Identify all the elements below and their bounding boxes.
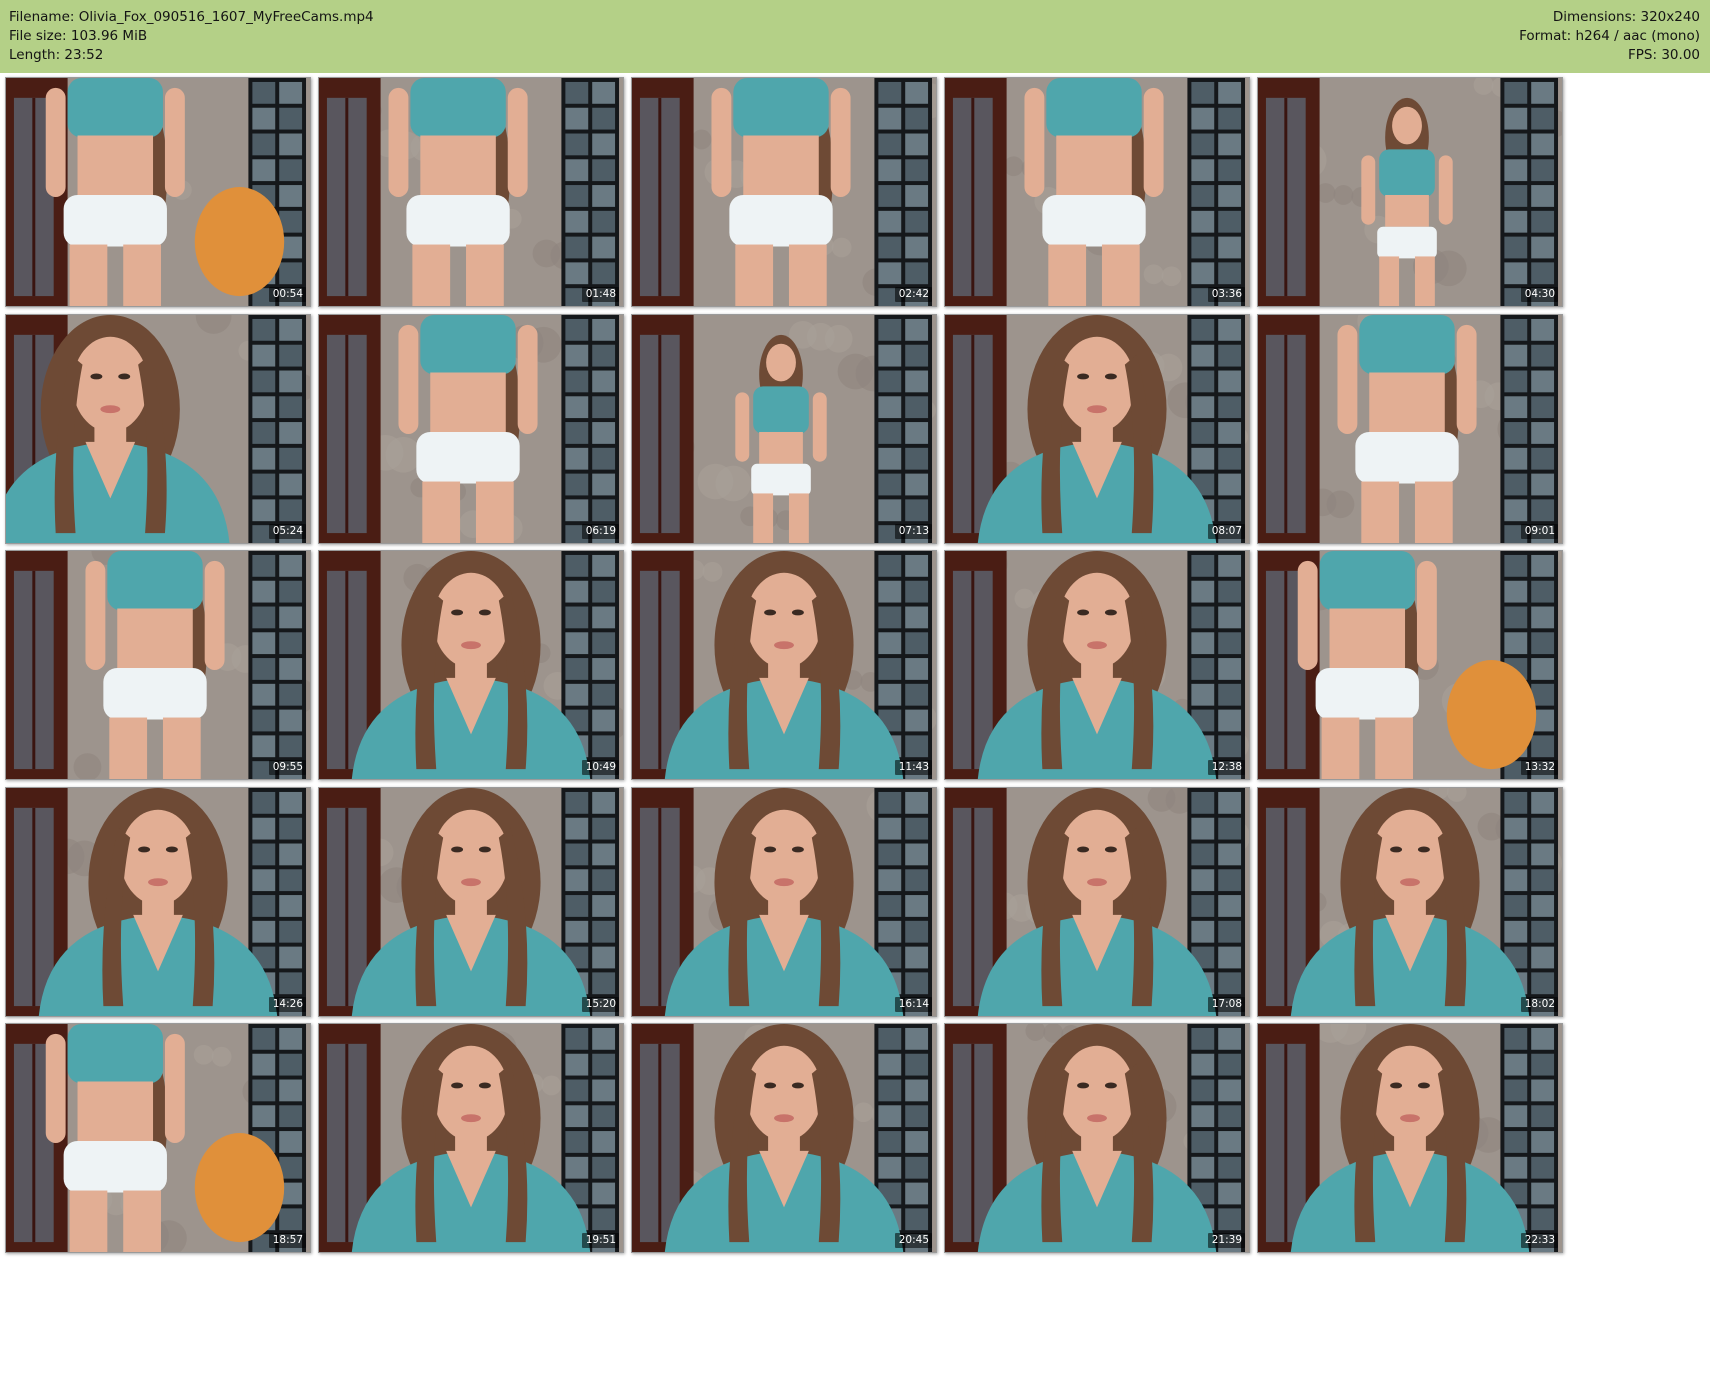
video-thumbnail: 08:07 <box>944 313 1250 544</box>
video-thumbnail: 15:20 <box>318 786 624 1017</box>
thumbnail-frame-image <box>1258 314 1562 543</box>
thumbnail-frame-image <box>6 78 310 306</box>
video-thumbnail: 07:13 <box>631 313 937 544</box>
thumbnail-frame-image <box>632 78 936 306</box>
video-thumbnail: 04:30 <box>1257 77 1563 307</box>
thumbnail-timestamp: 04:30 <box>1520 287 1558 302</box>
thumbnail-timestamp: 13:32 <box>1520 760 1558 775</box>
thumbnail-frame-image <box>945 551 1249 779</box>
thumbnail-timestamp: 11:43 <box>894 760 932 775</box>
video-thumbnail: 18:02 <box>1257 786 1563 1017</box>
fps-label: FPS: 30.00 <box>1628 47 1700 63</box>
video-thumbnail: 21:39 <box>944 1023 1250 1253</box>
video-thumbnail: 11:43 <box>631 550 937 780</box>
file-info: Filename: Olivia_Fox_090516_1607_MyFreeC… <box>9 8 374 65</box>
video-thumbnail: 20:45 <box>631 1023 937 1253</box>
thumbnail-timestamp: 01:48 <box>581 287 619 302</box>
thumbnail-timestamp: 10:49 <box>581 760 619 775</box>
video-thumbnail: 01:48 <box>318 77 624 307</box>
format-label: Format: h264 / aac (mono) <box>1519 28 1700 44</box>
video-thumbnail: 18:57 <box>5 1023 311 1253</box>
thumbnail-frame-image <box>1258 78 1562 306</box>
thumbnail-timestamp: 05:24 <box>268 523 306 539</box>
thumbnail-timestamp: 18:57 <box>268 1233 306 1248</box>
thumbnail-frame-image <box>945 787 1249 1016</box>
video-thumbnail: 13:32 <box>1257 550 1563 780</box>
video-thumbnail: 16:14 <box>631 786 937 1017</box>
thumbnail-timestamp: 21:39 <box>1207 1233 1245 1248</box>
length-label: Length: 23:52 <box>9 47 104 63</box>
thumbnail-frame-image <box>1258 787 1562 1016</box>
video-thumbnail: 12:38 <box>944 550 1250 780</box>
thumbnail-frame-image <box>6 1024 310 1252</box>
video-thumbnail: 02:42 <box>631 77 937 307</box>
video-thumbnail: 17:08 <box>944 786 1250 1017</box>
video-thumbnail: 03:36 <box>944 77 1250 307</box>
thumbnail-timestamp: 14:26 <box>268 996 306 1012</box>
thumbnail-frame-image <box>6 314 310 543</box>
stream-info: Dimensions: 320x240 Format: h264 / aac (… <box>1519 8 1700 65</box>
thumbnail-frame-image <box>1258 551 1562 779</box>
thumbnail-frame-image <box>945 314 1249 543</box>
thumbnail-timestamp: 02:42 <box>894 287 932 302</box>
thumbnail-timestamp: 22:33 <box>1520 1233 1558 1248</box>
thumbnail-frame-image <box>6 551 310 779</box>
thumbnail-timestamp: 00:54 <box>268 287 306 302</box>
thumbnail-frame-image <box>1258 1024 1562 1252</box>
video-thumbnail: 09:01 <box>1257 313 1563 544</box>
thumbnail-frame-image <box>632 551 936 779</box>
thumbnail-timestamp: 09:55 <box>268 760 306 775</box>
thumbnail-grid: 00:54 01:48 02:42 03:36 04:30 05:24 06:19 07:13… <box>0 73 1710 1373</box>
thumbnail-frame-image <box>319 787 623 1016</box>
thumbnail-timestamp: 17:08 <box>1207 996 1245 1012</box>
thumbnail-frame-image <box>319 78 623 306</box>
info-header: Filename: Olivia_Fox_090516_1607_MyFreeC… <box>0 0 1710 73</box>
filename-label: Filename: Olivia_Fox_090516_1607_MyFreeC… <box>9 9 374 25</box>
dimensions-label: Dimensions: 320x240 <box>1552 9 1700 25</box>
thumbnail-timestamp: 08:07 <box>1207 523 1245 539</box>
video-thumbnail: 09:55 <box>5 550 311 780</box>
thumbnail-timestamp: 18:02 <box>1520 996 1558 1012</box>
thumbnail-timestamp: 06:19 <box>581 523 619 539</box>
thumbnail-frame-image <box>319 314 623 543</box>
thumbnail-frame-image <box>945 1024 1249 1252</box>
video-thumbnail: 00:54 <box>5 77 311 307</box>
thumbnail-frame-image <box>632 314 936 543</box>
video-thumbnail: 10:49 <box>318 550 624 780</box>
thumbnail-frame-image <box>632 1024 936 1252</box>
thumbnail-frame-image <box>319 551 623 779</box>
video-thumbnail: 19:51 <box>318 1023 624 1253</box>
filesize-label: File size: 103.96 MiB <box>9 28 148 44</box>
thumbnail-timestamp: 03:36 <box>1207 287 1245 302</box>
thumbnail-frame-image <box>945 78 1249 306</box>
thumbnail-timestamp: 09:01 <box>1520 523 1558 539</box>
video-thumbnail: 14:26 <box>5 786 311 1017</box>
thumbnail-timestamp: 15:20 <box>581 996 619 1012</box>
video-thumbnail: 05:24 <box>5 313 311 544</box>
thumbnail-frame-image <box>319 1024 623 1252</box>
video-thumbnail: 22:33 <box>1257 1023 1563 1253</box>
thumbnail-timestamp: 07:13 <box>894 523 932 539</box>
thumbnail-timestamp: 12:38 <box>1207 760 1245 775</box>
thumbnail-timestamp: 16:14 <box>894 996 932 1012</box>
thumbnail-frame-image <box>632 787 936 1016</box>
thumbnail-frame-image <box>6 787 310 1016</box>
video-thumbnail: 06:19 <box>318 313 624 544</box>
thumbnail-timestamp: 20:45 <box>894 1233 932 1248</box>
thumbnail-timestamp: 19:51 <box>581 1233 619 1248</box>
